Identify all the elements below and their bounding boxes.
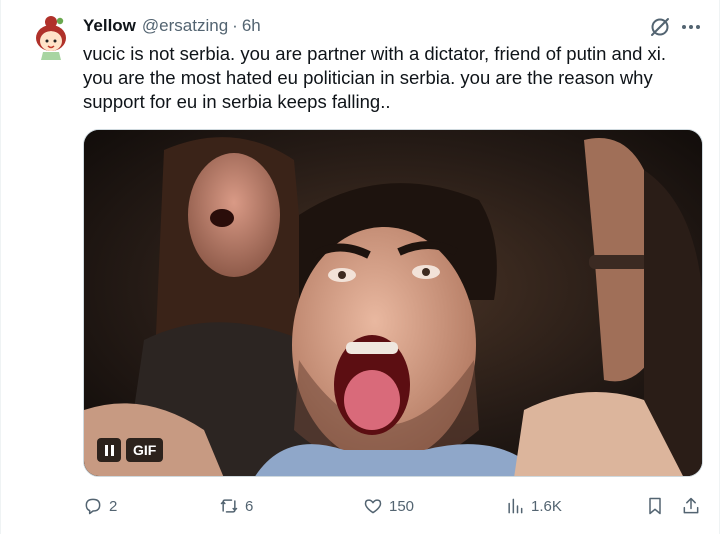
separator-dot: ·	[232, 16, 238, 35]
gif-badge: GIF	[97, 438, 164, 462]
views-chart-icon	[508, 498, 523, 514]
retweet-icon	[220, 499, 238, 513]
views-button[interactable]: 1.6K	[505, 494, 562, 518]
gif-frame-image	[84, 130, 702, 476]
author-handle[interactable]: @ersatzing	[142, 16, 228, 36]
reply-button[interactable]: 2	[83, 494, 117, 518]
views-count: 1.6K	[531, 497, 562, 515]
like-count: 150	[389, 497, 415, 515]
tweet-card[interactable]: Yellow @ersatzing · 6h vucic is not serb…	[0, 0, 720, 534]
author-name[interactable]: Yellow	[83, 16, 136, 36]
reply-icon	[85, 498, 101, 515]
pause-icon[interactable]	[97, 438, 121, 462]
timestamp[interactable]: 6h	[242, 16, 261, 36]
bookmark-icon	[649, 497, 661, 515]
tweet-header: Yellow @ersatzing · 6h	[83, 16, 261, 38]
grok-icon[interactable]	[649, 16, 671, 38]
more-dots-icon[interactable]	[679, 16, 703, 38]
heart-icon	[364, 499, 382, 514]
action-bar: 2 6 150 1.6K	[83, 494, 703, 518]
reply-count: 2	[109, 497, 118, 515]
gif-label: GIF	[126, 438, 164, 462]
gif-media[interactable]	[83, 129, 703, 477]
like-button[interactable]: 150	[363, 494, 414, 518]
bookmark-button[interactable]	[645, 494, 665, 518]
tweet-text: vucic is not serbia. you are partner wit…	[83, 43, 667, 112]
avatar[interactable]	[31, 14, 71, 62]
retweet-count: 6	[245, 497, 254, 515]
retweet-button[interactable]: 6	[219, 494, 253, 518]
cartoon-girl-avatar-icon	[36, 16, 66, 60]
share-button[interactable]	[681, 494, 701, 518]
share-icon	[683, 497, 699, 514]
